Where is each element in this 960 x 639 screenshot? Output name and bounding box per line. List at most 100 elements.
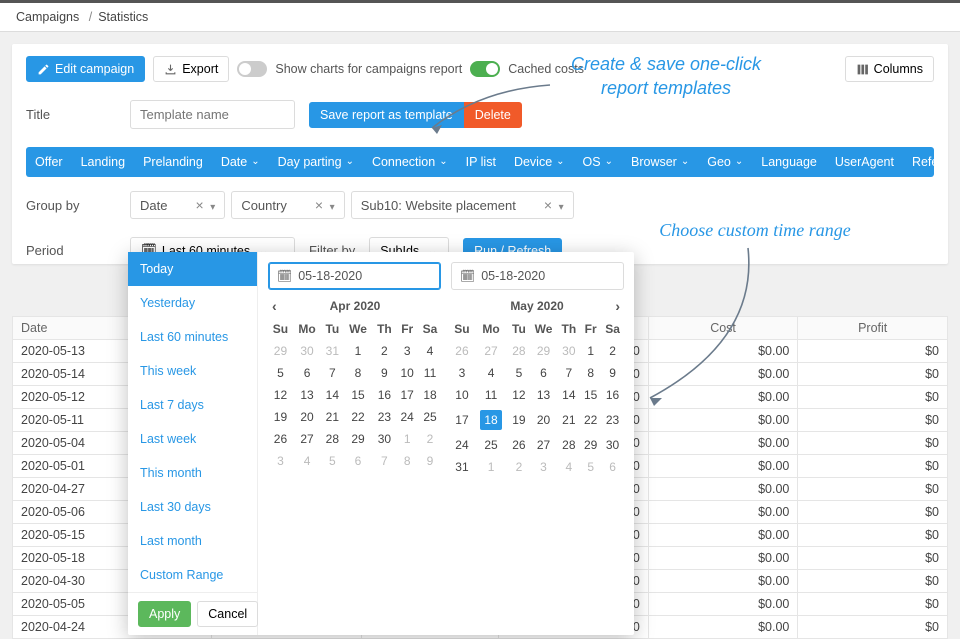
save-template-button[interactable]: Save report as template — [309, 102, 464, 128]
calendar-day[interactable]: 14 — [321, 384, 343, 406]
calendar-day[interactable]: 18 — [418, 384, 442, 406]
calendar-day[interactable]: 19 — [268, 406, 293, 428]
calendar-day[interactable]: 7 — [321, 362, 343, 384]
date-from-input[interactable]: 🗓05-18-2020 — [268, 262, 441, 290]
calendar-day[interactable]: 2 — [601, 340, 624, 362]
calendar-day[interactable]: 17 — [396, 384, 418, 406]
column-header[interactable]: Profit — [798, 317, 948, 340]
cached-costs-toggle[interactable] — [470, 61, 500, 77]
preset-this-month[interactable]: This month — [128, 456, 257, 490]
groupby-tag[interactable]: Date× — [130, 191, 225, 219]
calendar-day[interactable]: 25 — [474, 434, 508, 456]
apply-button[interactable]: Apply — [138, 601, 191, 627]
calendar-day[interactable]: 29 — [344, 428, 373, 450]
calendar-day[interactable]: 8 — [396, 450, 418, 472]
calendar-day[interactable]: 5 — [268, 362, 293, 384]
preset-last-month[interactable]: Last month — [128, 524, 257, 558]
calendar-day[interactable]: 28 — [321, 428, 343, 450]
calendar-day[interactable]: 10 — [450, 384, 474, 406]
calendar-day[interactable]: 2 — [372, 340, 396, 362]
next-month-icon[interactable]: › — [615, 298, 620, 314]
calendar-day[interactable]: 27 — [474, 340, 508, 362]
calendar-day[interactable]: 28 — [508, 340, 529, 362]
preset-custom-range[interactable]: Custom Range — [128, 558, 257, 592]
filter-day-parting[interactable]: Day parting — [269, 147, 363, 177]
calendar-day[interactable]: 26 — [268, 428, 293, 450]
calendar-day[interactable]: 31 — [321, 340, 343, 362]
preset-last-7-days[interactable]: Last 7 days — [128, 388, 257, 422]
breadcrumb-part[interactable]: Campaigns — [16, 10, 79, 24]
filter-useragent[interactable]: UserAgent — [826, 147, 903, 177]
calendar-day[interactable]: 1 — [580, 340, 601, 362]
calendar-day[interactable]: 9 — [418, 450, 442, 472]
calendar-day[interactable]: 17 — [450, 406, 474, 434]
groupby-tag[interactable]: Country× — [231, 191, 344, 219]
calendar-day[interactable]: 15 — [580, 384, 601, 406]
filter-ip-list[interactable]: IP list — [457, 147, 505, 177]
calendar-day[interactable]: 4 — [557, 456, 580, 478]
preset-today[interactable]: Today — [128, 252, 257, 286]
chevron-down-icon[interactable] — [207, 198, 215, 213]
filter-os[interactable]: OS — [574, 147, 622, 177]
calendar-day[interactable]: 30 — [557, 340, 580, 362]
calendar-day[interactable]: 21 — [321, 406, 343, 428]
filter-browser[interactable]: Browser — [622, 147, 698, 177]
filter-language[interactable]: Language — [752, 147, 826, 177]
calendar-day[interactable]: 11 — [418, 362, 442, 384]
calendar-day[interactable]: 25 — [418, 406, 442, 428]
prev-month-icon[interactable]: ‹ — [272, 298, 277, 314]
show-charts-toggle[interactable] — [237, 61, 267, 77]
calendar-day[interactable]: 5 — [321, 450, 343, 472]
calendar-day[interactable]: 27 — [293, 428, 321, 450]
calendar-day[interactable]: 13 — [530, 384, 558, 406]
calendar-day[interactable]: 28 — [557, 434, 580, 456]
preset-last-60-minutes[interactable]: Last 60 minutes — [128, 320, 257, 354]
calendar-day[interactable]: 6 — [601, 456, 624, 478]
delete-template-button[interactable]: Delete — [464, 102, 522, 128]
groupby-tag[interactable]: Sub10: Website placement× — [351, 191, 574, 219]
cancel-button[interactable]: Cancel — [197, 601, 258, 627]
calendar-day[interactable]: 3 — [530, 456, 558, 478]
calendar-day[interactable]: 16 — [372, 384, 396, 406]
calendar-day[interactable]: 22 — [344, 406, 373, 428]
calendar-day[interactable]: 6 — [344, 450, 373, 472]
export-button[interactable]: Export — [153, 56, 229, 82]
calendar-day[interactable]: 1 — [396, 428, 418, 450]
calendar-day[interactable]: 4 — [474, 362, 508, 384]
filter-prelanding[interactable]: Prelanding — [134, 147, 212, 177]
calendar-day[interactable]: 24 — [396, 406, 418, 428]
calendar-day[interactable]: 16 — [601, 384, 624, 406]
calendar-day[interactable]: 7 — [372, 450, 396, 472]
filter-device[interactable]: Device — [505, 147, 574, 177]
calendar-day[interactable]: 3 — [450, 362, 474, 384]
filter-landing[interactable]: Landing — [72, 147, 135, 177]
preset-last-30-days[interactable]: Last 30 days — [128, 490, 257, 524]
calendar-day[interactable]: 20 — [293, 406, 321, 428]
calendar-day[interactable]: 12 — [268, 384, 293, 406]
calendar-day[interactable]: 26 — [508, 434, 529, 456]
calendar-day[interactable]: 14 — [557, 384, 580, 406]
calendar-day[interactable]: 30 — [601, 434, 624, 456]
calendar-day[interactable]: 4 — [418, 340, 442, 362]
preset-yesterday[interactable]: Yesterday — [128, 286, 257, 320]
calendar-day[interactable]: 21 — [557, 406, 580, 434]
calendar-day[interactable]: 3 — [396, 340, 418, 362]
preset-this-week[interactable]: This week — [128, 354, 257, 388]
remove-icon[interactable]: × — [544, 197, 552, 213]
calendar-day[interactable]: 22 — [580, 406, 601, 434]
calendar-day[interactable]: 6 — [530, 362, 558, 384]
filter-connection[interactable]: Connection — [363, 147, 457, 177]
chevron-down-icon[interactable] — [327, 198, 335, 213]
calendar-day[interactable]: 2 — [508, 456, 529, 478]
columns-button[interactable]: Columns — [845, 56, 934, 82]
calendar-day[interactable]: 23 — [372, 406, 396, 428]
calendar-day[interactable]: 5 — [580, 456, 601, 478]
calendar-day[interactable]: 8 — [580, 362, 601, 384]
calendar-day[interactable]: 13 — [293, 384, 321, 406]
calendar-day[interactable]: 8 — [344, 362, 373, 384]
filter-offer[interactable]: Offer — [26, 147, 72, 177]
calendar-day[interactable]: 11 — [474, 384, 508, 406]
calendar-day[interactable]: 27 — [530, 434, 558, 456]
template-name-input[interactable] — [130, 100, 295, 129]
calendar-day[interactable]: 29 — [580, 434, 601, 456]
